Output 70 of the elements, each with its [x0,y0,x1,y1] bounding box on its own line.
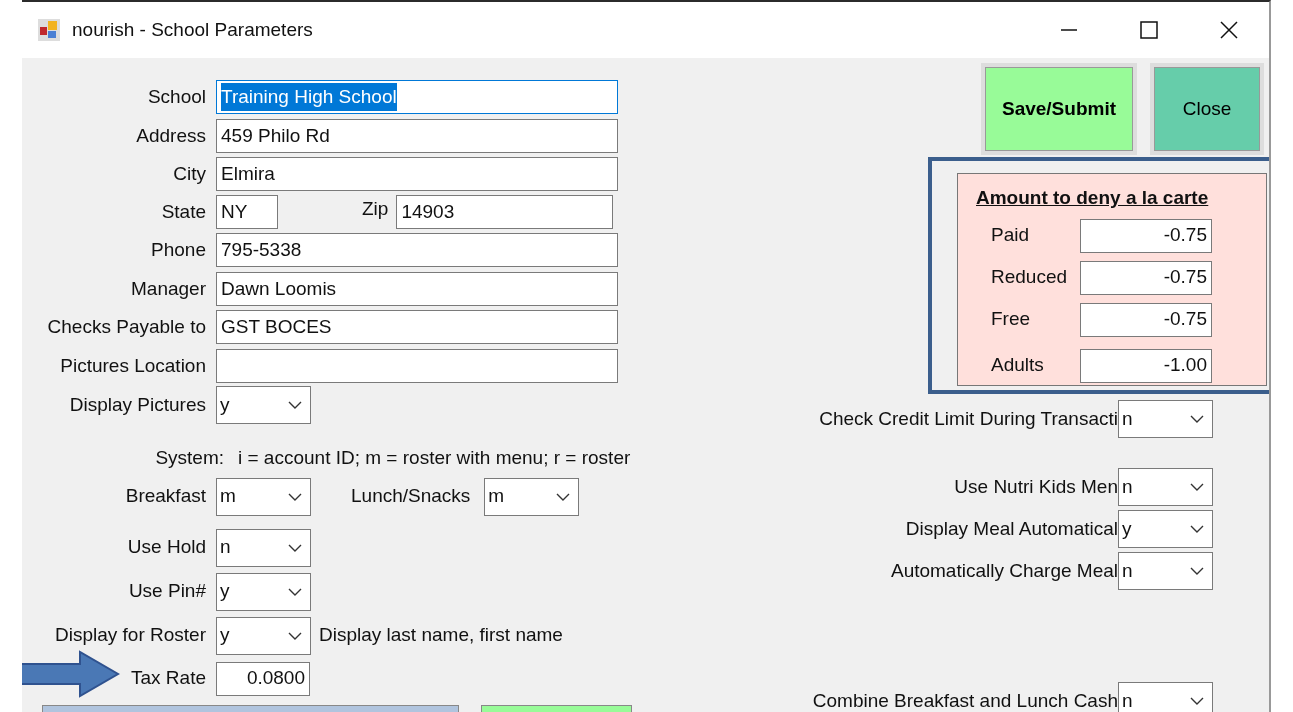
chevron-icon [1190,697,1204,705]
field-label: Manager [130,276,207,301]
field-label: Display Pictures [68,392,207,417]
dropdown[interactable]: n [1118,400,1213,438]
dropdown[interactable]: m [216,477,311,516]
panel-title: Amount to deny a la carte [976,186,1210,210]
hint-text: Display last name, first name [319,623,563,648]
field-label: School [146,84,207,109]
amount-field[interactable]: -0.75 [1080,260,1212,295]
amount-field[interactable]: -1.00 [1080,348,1212,383]
dropdown[interactable]: n [1118,468,1213,506]
amount-field[interactable]: -0.75 [1080,302,1212,337]
field-label: Adults [990,353,1045,378]
field-label: Combine Breakfast and Lunch Cash [812,688,1118,712]
field-label: Checks Payable to [46,314,207,339]
arrow-icon [22,650,120,698]
text-field[interactable]: GST BOCES [216,310,618,344]
field-label: Use Hold [126,535,207,560]
field-label: Use Pin# [127,579,207,604]
field-label: Phone [150,237,207,262]
amount-field[interactable]: -0.75 [1080,218,1212,253]
dropdown[interactable]: y [216,386,311,424]
chevron-icon [288,587,302,596]
dropdown[interactable]: y [216,572,311,611]
chevron-icon [1190,483,1204,491]
field-label: City [172,161,207,186]
dropdown[interactable]: n [216,528,311,567]
text-field[interactable]: 459 Philo Rd [216,119,618,153]
field-label: Use Nutri Kids Men [954,474,1118,499]
window-title: nourish - School Parameters [72,17,313,42]
field-label: Check Credit Limit During Transacti [819,406,1118,431]
text-field[interactable]: Dawn Loomis [216,272,618,306]
chevron-icon [556,492,571,501]
field-label: Zip [362,197,389,221]
text-field[interactable]: NY [216,195,278,229]
text-field[interactable]: 795-5338 [216,233,618,267]
dropdown[interactable]: y [216,616,311,655]
legend-text: i = account ID; m = roster with menu; r = roster [238,446,631,470]
field-label: Pictures Location [59,353,207,378]
field-label: Address [135,123,207,148]
maximize-icon[interactable] [1139,20,1159,40]
chevron-icon [288,543,302,552]
number-field[interactable]: 0.0800 [216,661,310,696]
field-label: Tax Rate [130,666,207,691]
field-label: Free [990,307,1032,332]
dropdown[interactable]: y [1118,510,1213,548]
field-label: Display for Roster [54,623,207,648]
field-label: System: [154,446,225,470]
field-label: Automatically Charge Meal [890,558,1118,583]
chevron-icon [1190,525,1204,533]
dropdown[interactable]: n [1118,682,1213,712]
field-label: Display Meal Automatical [905,516,1118,541]
text-field[interactable]: 14903 [396,195,614,229]
chevron-icon [1190,415,1204,423]
text-field[interactable]: Training High School [216,80,618,114]
dropdown[interactable]: m [484,477,580,516]
chevron-icon [288,631,302,640]
field-label: Paid [990,223,1031,248]
field-label: Lunch/Snacks [351,484,471,509]
text-field[interactable]: Elmira [216,157,618,191]
app-icon [38,19,60,41]
dropdown[interactable]: n [1118,552,1213,590]
field-label: Breakfast [124,484,207,509]
chevron-icon [288,492,302,501]
text-field[interactable] [216,349,618,383]
field-label: State [160,199,207,224]
chevron-icon [1190,567,1204,575]
close-icon[interactable] [1219,20,1239,40]
field-label: Reduced [990,265,1069,290]
chevron-icon [288,401,302,409]
